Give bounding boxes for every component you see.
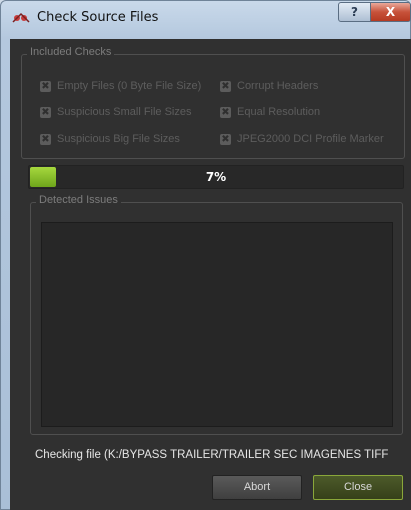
included-checks-group: Included Checks ✖ Empty Files (0 Byte Fi… [21,46,405,159]
detected-issues-title: Detected Issues [36,194,121,206]
detected-issues-group: Detected Issues [30,194,403,435]
checkbox-checked-icon[interactable]: ✖ [40,106,51,118]
check-label: Corrupt Headers [237,80,319,92]
progress-bar: 7% [28,165,404,189]
help-button[interactable]: ? [338,2,371,22]
window-title: Check Source Files [37,10,159,25]
check-small-file-sizes[interactable]: ✖ Suspicious Small File Sizes [40,104,192,120]
check-corrupt-headers[interactable]: ✖ Corrupt Headers [220,78,318,94]
checkbox-checked-icon[interactable]: ✖ [220,106,231,118]
abort-button[interactable]: Abort [212,475,302,500]
check-label: JPEG2000 DCI Profile Marker [237,133,384,145]
check-label: Suspicious Big File Sizes [57,133,180,145]
dialog-window: Check Source Files ? X Included Checks ✖… [0,0,411,510]
checkbox-checked-icon[interactable]: ✖ [40,133,51,145]
check-label: Equal Resolution [237,106,321,118]
checkbox-checked-icon[interactable]: ✖ [220,133,231,145]
check-label: Empty Files (0 Byte File Size) [57,80,202,92]
check-equal-resolution[interactable]: ✖ Equal Resolution [220,104,320,120]
title-bar[interactable]: Check Source Files ? X [1,1,411,39]
check-empty-files[interactable]: ✖ Empty Files (0 Byte File Size) [40,78,201,94]
window-close-button[interactable]: X [370,2,411,22]
status-text: Checking file (K:/BYPASS TRAILER/TRAILER… [35,449,389,461]
progress-percent: 7% [205,170,227,184]
checkbox-checked-icon[interactable]: ✖ [220,80,231,92]
close-button[interactable]: Close [313,475,403,500]
check-jpeg2000-dci[interactable]: ✖ JPEG2000 DCI Profile Marker [220,131,384,147]
issues-list[interactable] [41,222,393,427]
checkbox-checked-icon[interactable]: ✖ [40,80,51,92]
check-label: Suspicious Small File Sizes [57,106,192,118]
check-big-file-sizes[interactable]: ✖ Suspicious Big File Sizes [40,131,180,147]
included-checks-title: Included Checks [27,46,115,58]
app-logo-icon [12,12,30,23]
